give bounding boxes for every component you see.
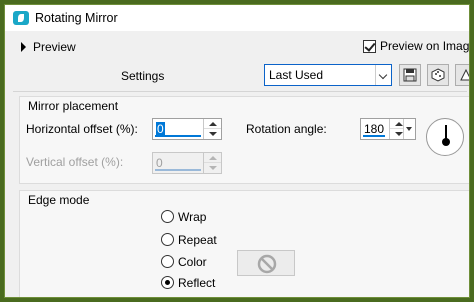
settings-label: Settings <box>121 69 165 83</box>
save-icon <box>403 68 417 82</box>
vertical-offset-value[interactable]: 0 <box>156 156 163 170</box>
angle-dropdown-icon[interactable] <box>403 119 415 139</box>
preview-on-image-checkbox[interactable]: Preview on Image <box>363 39 470 55</box>
horizontal-offset-label: Horizontal offset (%): <box>26 122 138 136</box>
save-preset-button[interactable] <box>399 64 421 86</box>
preview-expander[interactable]: Preview <box>19 40 89 56</box>
radio-repeat[interactable] <box>161 233 174 246</box>
mirror-placement-title: Mirror placement <box>28 99 119 113</box>
preview-on-image-label: Preview on Image <box>380 39 470 53</box>
radio-reflect-label[interactable]: Reflect <box>178 276 215 290</box>
spin-down-icon[interactable] <box>390 129 403 139</box>
no-color-icon <box>257 254 277 274</box>
vertical-offset-label: Vertical offset (%): <box>26 155 124 169</box>
spinner-arrows <box>203 119 221 139</box>
spin-up-icon[interactable] <box>204 119 221 129</box>
spin-down-icon[interactable] <box>204 129 221 139</box>
mirror-placement-group: Mirror placement <box>19 96 469 184</box>
reset-icon <box>460 68 469 81</box>
rotation-angle-value[interactable]: 180 <box>364 122 384 136</box>
edge-mode-title: Edge mode <box>28 193 90 207</box>
vertical-offset-spinner[interactable]: 0 <box>152 152 222 174</box>
rotating-mirror-dialog: Rotating Mirror Preview Preview on Image… <box>4 4 470 298</box>
horizontal-offset-spinner[interactable]: 0 <box>152 118 222 140</box>
randomize-icon <box>431 68 445 82</box>
rotation-angle-spinner[interactable]: 180 <box>360 118 416 140</box>
reset-button[interactable] <box>455 64 469 86</box>
spinner-arrows <box>389 119 403 139</box>
angle-dial[interactable] <box>426 118 464 156</box>
psp-app-icon <box>13 11 29 25</box>
spinner-arrows <box>203 153 221 173</box>
preview-label: Preview <box>33 40 76 54</box>
slider-track[interactable] <box>363 135 385 137</box>
edge-color-swatch[interactable] <box>237 250 295 276</box>
window-title: Rotating Mirror <box>35 11 118 25</box>
radio-wrap-label[interactable]: Wrap <box>178 210 206 224</box>
slider-track[interactable] <box>155 135 201 137</box>
expand-arrow-icon <box>21 42 26 52</box>
radio-reflect[interactable] <box>161 276 174 289</box>
slider-track[interactable] <box>155 169 201 171</box>
horizontal-offset-value[interactable]: 0 <box>156 122 165 136</box>
title-bar: Rotating Mirror <box>5 5 469 31</box>
dial-knob <box>442 138 450 146</box>
radio-color-label[interactable]: Color <box>178 255 207 269</box>
radio-wrap[interactable] <box>161 210 174 223</box>
edge-mode-group: Edge mode <box>19 190 469 297</box>
chevron-down-icon[interactable] <box>375 65 391 85</box>
radio-color[interactable] <box>161 255 174 268</box>
spin-down-icon[interactable] <box>204 163 221 173</box>
divider <box>13 91 467 92</box>
rotation-angle-label: Rotation angle: <box>246 122 327 136</box>
radio-repeat-label[interactable]: Repeat <box>178 233 217 247</box>
preset-dropdown[interactable]: Last Used <box>264 64 392 86</box>
spin-up-icon[interactable] <box>390 119 403 129</box>
spin-up-icon[interactable] <box>204 153 221 163</box>
checkbox-checked[interactable] <box>363 40 376 53</box>
randomize-button[interactable] <box>427 64 449 86</box>
preset-value: Last Used <box>269 68 324 82</box>
